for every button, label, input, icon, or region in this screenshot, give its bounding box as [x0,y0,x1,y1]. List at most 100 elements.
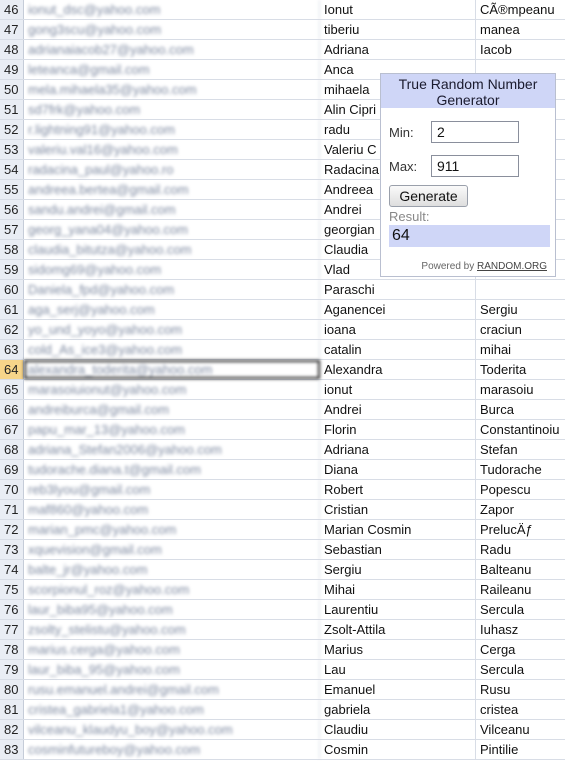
row-number: 60 [0,280,24,299]
last-name-cell[interactable]: Vilceanu [476,720,565,739]
first-name-cell[interactable]: Adriana [320,440,476,459]
first-name-cell[interactable]: Paraschi [320,280,476,299]
last-name-cell[interactable]: CÃ®mpeanu [476,0,565,19]
first-name-cell[interactable]: ioana [320,320,476,339]
first-name-cell[interactable]: Zsolt-Attila [320,620,476,639]
email-cell[interactable]: leteanca@gmail.com [24,60,320,79]
last-name-cell[interactable]: Raileanu [476,580,565,599]
last-name-cell[interactable]: Sergiu [476,300,565,319]
email-cell[interactable]: scorpionul_roz@yahoo.com [24,580,320,599]
last-name-cell[interactable]: Cerga [476,640,565,659]
email-cell[interactable]: tudorache.diana.t@gmail.com [24,460,320,479]
email-cell[interactable]: cosminfutureboy@yahoo.com [24,740,320,759]
first-name-cell[interactable]: tiberiu [320,20,476,39]
email-cell[interactable]: papu_mar_13@yahoo.com [24,420,320,439]
email-cell[interactable]: laur_biba95@yahoo.com [24,600,320,619]
first-name-cell[interactable]: Laurentiu [320,600,476,619]
first-name-cell[interactable]: Diana [320,460,476,479]
last-name-cell[interactable]: manea [476,20,565,39]
email-cell[interactable]: cold_As_ice3@yahoo.com [24,340,320,359]
email-cell[interactable]: andreiburca@gmail.com [24,400,320,419]
email-cell[interactable]: Daniela_fpd@yahoo.com [24,280,320,299]
first-name-cell[interactable]: Alexandra [320,360,476,379]
first-name-cell[interactable]: Robert [320,480,476,499]
last-name-cell[interactable]: Sercula [476,660,565,679]
email-cell[interactable]: cristea_gabriela1@yahoo.com [24,700,320,719]
last-name-cell[interactable]: Toderita [476,360,565,379]
first-name-cell[interactable]: catalin [320,340,476,359]
first-name-cell[interactable]: Marian Cosmin [320,520,476,539]
first-name-cell[interactable]: Ionut [320,0,476,19]
first-name-cell[interactable]: Cosmin [320,740,476,759]
email-cell[interactable]: mela.mihaela35@yahoo.com [24,80,320,99]
first-name-cell[interactable]: Mihai [320,580,476,599]
row-number: 50 [0,80,24,99]
email-cell[interactable]: adrianaiacob27@yahoo.com [24,40,320,59]
random-org-link[interactable]: RANDOM.ORG [477,261,547,272]
last-name-cell[interactable]: marasoiu [476,380,565,399]
email-cell[interactable]: radacina_paul@yahoo.ro [24,160,320,179]
last-name-cell[interactable]: Radu [476,540,565,559]
email-cell[interactable]: claudia_bitutza@yahoo.com [24,240,320,259]
last-name-cell[interactable]: Iuhasz [476,620,565,639]
last-name-cell[interactable]: PrelucÄƒ [476,520,565,539]
last-name-cell[interactable]: cristea [476,700,565,719]
last-name-cell[interactable]: Iacob [476,40,565,59]
email-cell[interactable]: r.lightning91@yahoo.com [24,120,320,139]
email-cell[interactable]: aga_serj@yahoo.com [24,300,320,319]
first-name-cell[interactable]: Adriana [320,40,476,59]
email-cell[interactable]: marasoiuionut@yahoo.com [24,380,320,399]
last-name-cell[interactable]: Stefan [476,440,565,459]
email-cell[interactable]: xquevision@gmail.com [24,540,320,559]
email-cell[interactable]: rusu.emanuel.andrei@gmail.com [24,680,320,699]
first-name-cell[interactable]: Marius [320,640,476,659]
last-name-cell[interactable]: Popescu [476,480,565,499]
last-name-cell[interactable]: craciun [476,320,565,339]
first-name-cell[interactable]: gabriela [320,700,476,719]
email-cell[interactable]: sidomg69@yahoo.com [24,260,320,279]
email-cell[interactable]: vilceanu_klaudyu_boy@yahoo.com [24,720,320,739]
last-name-cell[interactable]: Tudorache [476,460,565,479]
last-name-cell[interactable]: Rusu [476,680,565,699]
last-name-cell[interactable]: mihai [476,340,565,359]
email-cell[interactable]: adriana_Stefan2006@yahoo.com [24,440,320,459]
email-cell[interactable]: alexandra_toderita@yahoo.com [24,360,320,379]
email-cell[interactable]: ionut_dsc@yahoo.com [24,0,320,19]
email-cell[interactable]: yo_und_yoyo@yahoo.com [24,320,320,339]
last-name-cell[interactable]: Balteanu [476,560,565,579]
email-cell[interactable]: andreea.bertea@gmail.com [24,180,320,199]
email-cell[interactable]: marian_pmc@yahoo.com [24,520,320,539]
first-name-cell[interactable]: Lau [320,660,476,679]
last-name-cell[interactable]: Constantinoiu [476,420,565,439]
first-name-cell[interactable]: Sebastian [320,540,476,559]
last-name-cell[interactable]: Sercula [476,600,565,619]
first-name-cell[interactable]: Claudiu [320,720,476,739]
email-cell[interactable]: sandu.andrei@gmail.com [24,200,320,219]
first-name-cell[interactable]: Sergiu [320,560,476,579]
email-cell[interactable]: reb3lyou@gmail.com [24,480,320,499]
last-name-cell[interactable]: Zapor [476,500,565,519]
email-cell[interactable]: sd7frk@yahoo.com [24,100,320,119]
email-cell[interactable]: laur_biba_95@yahoo.com [24,660,320,679]
last-name-cell[interactable]: Pintilie [476,740,565,759]
first-name-cell[interactable]: Cristian [320,500,476,519]
first-name-cell[interactable]: ionut [320,380,476,399]
table-row: 61 aga_serj@yahoo.com Aganencei Sergiu [0,300,565,320]
email-cell[interactable]: marius.cerga@yahoo.com [24,640,320,659]
first-name-cell[interactable]: Andrei [320,400,476,419]
max-input[interactable] [431,155,519,177]
first-name-cell[interactable]: Emanuel [320,680,476,699]
generate-button[interactable]: Generate [389,185,468,207]
email-cell[interactable]: zsolty_stelistu@yahoo.com [24,620,320,639]
first-name-cell[interactable]: Florin [320,420,476,439]
last-name-cell[interactable]: Burca [476,400,565,419]
min-input[interactable] [431,121,519,143]
email-cell[interactable]: maf860@yahoo.com [24,500,320,519]
email-cell[interactable]: gong3scu@yahoo.com [24,20,320,39]
email-cell[interactable]: georg_yana04@yahoo.com [24,220,320,239]
row-number: 75 [0,580,24,599]
first-name-cell[interactable]: Aganencei [320,300,476,319]
email-cell[interactable]: balte_jr@yahoo.com [24,560,320,579]
email-cell[interactable]: valeriu.val16@yahoo.com [24,140,320,159]
last-name-cell[interactable] [476,280,565,299]
